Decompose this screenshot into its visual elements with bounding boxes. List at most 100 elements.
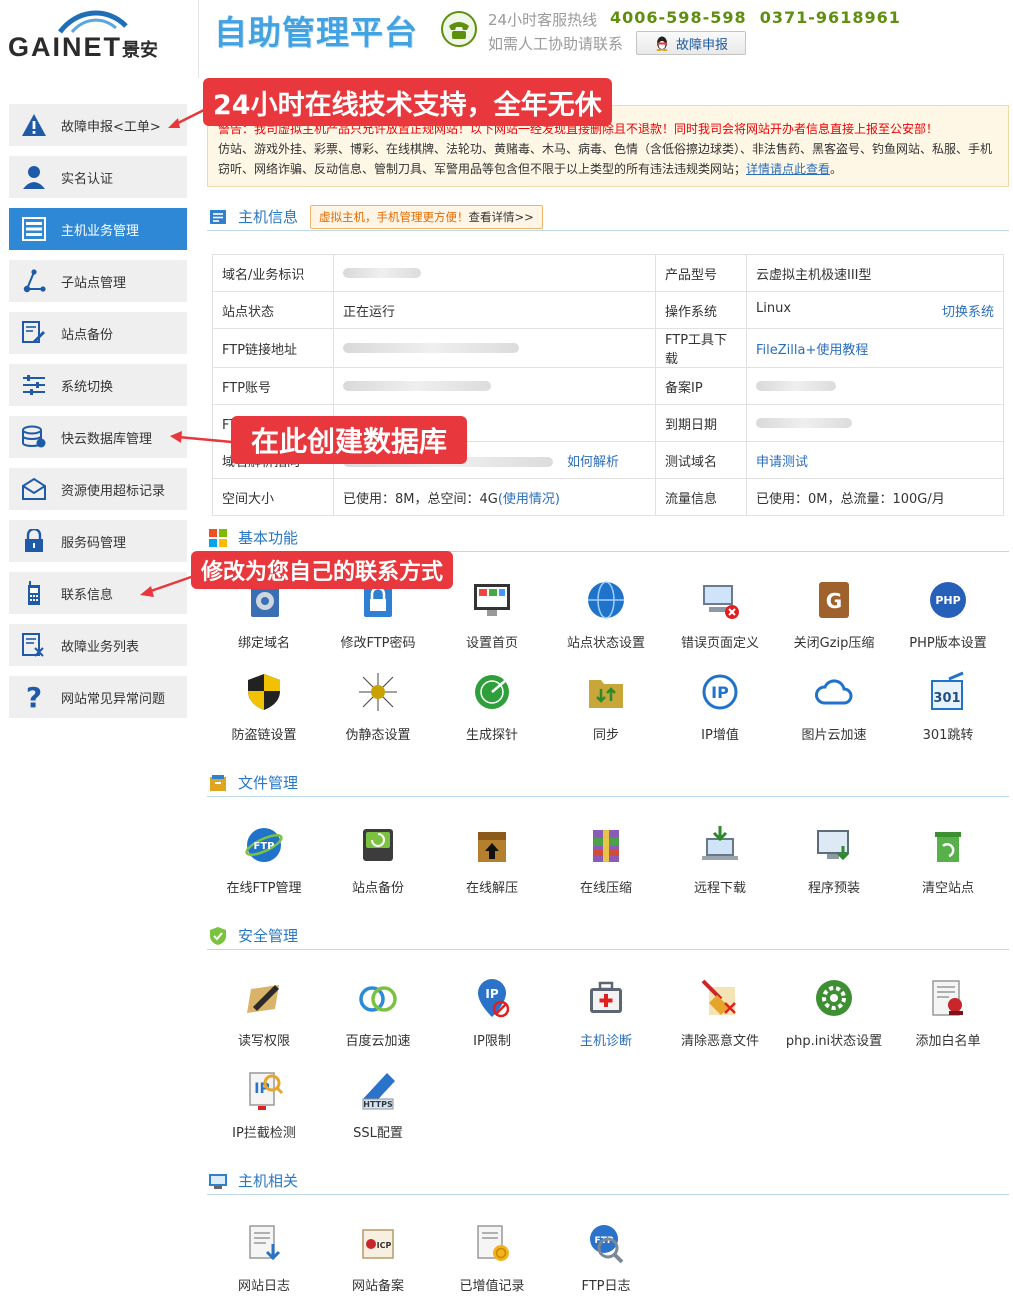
backup-icon <box>21 321 47 345</box>
field-label: 流量信息 <box>655 478 747 516</box>
filezilla-link[interactable]: FileZilla+使用教程 <box>756 343 868 358</box>
tool-label: IP增值 <box>701 728 739 743</box>
probe-tool[interactable]: 生成探针 <box>435 660 549 752</box>
warning-details-link[interactable]: 详情请点此查看 <box>746 162 830 176</box>
promo-details-link[interactable]: 查看详情>> <box>469 209 534 225</box>
svg-text:PHP: PHP <box>935 594 960 607</box>
file-cabinet-icon <box>208 773 228 793</box>
mobile-promo-banner[interactable]: 虚拟主机，手机管理更方便！ 查看详情>> <box>310 204 543 229</box>
sidebar-item-host-management[interactable]: 主机业务管理 <box>9 208 187 250</box>
site-status-value: 正在运行 <box>333 291 656 329</box>
value-add-record-tool[interactable]: 已增值记录 <box>435 1211 549 1303</box>
list-icon <box>21 633 47 657</box>
sidebar-item-real-name[interactable]: 实名认证 <box>9 156 187 198</box>
clear-site-tool[interactable]: 清空站点 <box>891 813 1005 905</box>
install-monitor-icon <box>810 821 858 869</box>
remote-download-tool[interactable]: 远程下载 <box>663 813 777 905</box>
page-title: 自助管理平台 <box>214 13 418 52</box>
first-aid-kit-icon <box>582 974 630 1022</box>
table-row: 站点状态 正在运行 操作系统 Linux 切换系统 <box>212 291 1004 329</box>
site-record-tool[interactable]: ICP 网站备案 <box>321 1211 435 1303</box>
question-icon: ? <box>21 684 47 710</box>
add-whitelist-tool[interactable]: 添加白名单 <box>891 966 1005 1058</box>
table-row: FTP账号 备案IP <box>212 367 1004 405</box>
sidebar-item-fault-ticket[interactable]: 故障申报<工单> <box>9 104 187 146</box>
sidebar-item-service-code[interactable]: 服务码管理 <box>9 520 187 562</box>
share-icon <box>21 269 47 293</box>
tool-label: FTP日志 <box>581 1279 631 1294</box>
hotline-numbers: 4006-598-598 0371-9618961 <box>610 8 901 27</box>
archive-extract-icon <box>468 821 516 869</box>
sync-tool[interactable]: 同步 <box>549 660 663 752</box>
baidu-cloud-tool[interactable]: 百度云加速 <box>321 966 435 1058</box>
icp-certificate-icon: ICP <box>354 1219 402 1267</box>
host-diagnosis-tool[interactable]: 主机诊断 <box>549 966 663 1058</box>
tool-label: 同步 <box>592 728 619 743</box>
sidebar-item-label: 联系信息 <box>61 587 114 603</box>
ssl-config-tool[interactable]: HTTPS SSL配置 <box>321 1058 435 1150</box>
switch-system-link[interactable]: 切换系统 <box>942 301 994 320</box>
online-zip-tool[interactable]: 在线压缩 <box>549 813 663 905</box>
gzip-icon: G <box>810 576 858 624</box>
svg-text:FTP: FTP <box>254 841 275 852</box>
tool-label: php.ini状态设置 <box>785 1034 883 1049</box>
site-status-tool[interactable]: 站点状态设置 <box>549 568 663 660</box>
ip-value-add-tool[interactable]: IP IP增值 <box>663 660 777 752</box>
sidebar: 故障申报<工单> 实名认证 主机业务管理 子站点管理 站点备份 系统切换 快云数… <box>9 104 187 728</box>
sidebar-item-subsite[interactable]: 子站点管理 <box>9 260 187 302</box>
svg-text:IP: IP <box>485 987 498 1001</box>
how-to-resolve-link[interactable]: 如何解析 <box>567 455 619 470</box>
tool-label: 网站备案 <box>351 1279 404 1294</box>
tool-label: IP拦截检测 <box>232 1126 296 1141</box>
tool-label: 读写权限 <box>237 1034 290 1049</box>
program-preinstall-tool[interactable]: 程序预装 <box>777 813 891 905</box>
sidebar-item-resource-overuse[interactable]: 资源使用超标记录 <box>9 468 187 510</box>
usage-link[interactable]: (使用情况) <box>498 492 560 507</box>
sidebar-item-faq[interactable]: ? 网站常见异常问题 <box>9 676 187 718</box>
space-cell: 已使用：8M，总空间：4G(使用情况) <box>333 478 656 516</box>
ftp-log-tool[interactable]: FTP FTP日志 <box>549 1211 663 1303</box>
ip-icon: IP <box>696 668 744 716</box>
field-label: FTP账号 <box>212 367 334 405</box>
shield-icon <box>240 668 288 716</box>
green-gear-icon <box>810 974 858 1022</box>
php-version-tool[interactable]: PHP PHP版本设置 <box>891 568 1005 660</box>
online-unzip-tool[interactable]: 在线解压 <box>435 813 549 905</box>
rewrite-tool[interactable]: 伪静态设置 <box>321 660 435 752</box>
warning-line-3: 窃听、网络诈骗、反动信息、管制刀具、军警用品等包含但不限于以上类型的所有违法违规… <box>218 162 747 176</box>
sliders-icon <box>21 373 47 397</box>
hotlink-protection-tool[interactable]: 防盗链设置 <box>207 660 321 752</box>
online-ftp-tool[interactable]: FTP 在线FTP管理 <box>207 813 321 905</box>
redirect-301-tool[interactable]: 301 301跳转 <box>891 660 1005 752</box>
sidebar-item-backup[interactable]: 站点备份 <box>9 312 187 354</box>
tool-label: 清除恶意文件 <box>680 1034 759 1049</box>
svg-text:?: ? <box>26 684 42 710</box>
sidebar-item-fault-list[interactable]: 故障业务列表 <box>9 624 187 666</box>
security-header: 安全管理 <box>207 922 1009 950</box>
gzip-tool[interactable]: G 关闭Gzip压缩 <box>777 568 891 660</box>
host-related-header: 主机相关 <box>207 1167 1009 1195</box>
apply-test-link[interactable]: 申请测试 <box>756 455 808 470</box>
hotline-label: 24小时客服热线 <box>488 11 598 29</box>
site-log-tool[interactable]: 网站日志 <box>207 1211 321 1303</box>
tool-label: 远程下载 <box>693 881 746 896</box>
pencil-edit-icon <box>240 974 288 1022</box>
fault-report-button[interactable]: 故障申报 <box>636 31 746 55</box>
host-info-header: 主机信息 虚拟主机，手机管理更方便！ 查看详情>> <box>207 203 1009 231</box>
error-page-tool[interactable]: 错误页面定义 <box>663 568 777 660</box>
sidebar-item-database[interactable]: 快云数据库管理 <box>9 416 187 458</box>
sidebar-item-system-switch[interactable]: 系统切换 <box>9 364 187 406</box>
ip-restriction-tool[interactable]: IP IP限制 <box>435 966 549 1058</box>
ip-intercept-check-tool[interactable]: IP IP拦截检测 <box>207 1058 321 1150</box>
php-ini-tool[interactable]: php.ini状态设置 <box>777 966 891 1058</box>
php-icon: PHP <box>924 576 972 624</box>
file-management-grid: FTP 在线FTP管理 站点备份 在线解压 在线压缩 远程下载 程序预装 清空站点 <box>207 813 1007 905</box>
tool-label: IP限制 <box>473 1034 511 1049</box>
site-backup-tool[interactable]: 站点备份 <box>321 813 435 905</box>
mobile-phone-icon <box>21 581 47 605</box>
tool-label: 错误页面定义 <box>680 636 759 651</box>
read-write-permission-tool[interactable]: 读写权限 <box>207 966 321 1058</box>
image-cloud-tool[interactable]: 图片云加速 <box>777 660 891 752</box>
clean-malware-tool[interactable]: 清除恶意文件 <box>663 966 777 1058</box>
lock-icon <box>21 529 47 553</box>
